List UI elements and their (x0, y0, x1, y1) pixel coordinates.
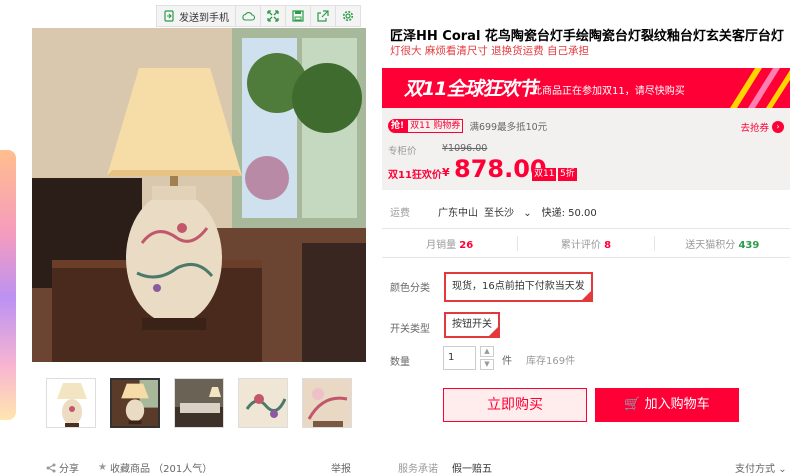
stat-label: 月销量 (426, 239, 457, 251)
total-reviews[interactable]: 累计评价 8 (517, 235, 653, 251)
lamp-photo (32, 28, 366, 362)
currency-symbol: ¥ (442, 166, 450, 179)
share-label: 分享 (59, 464, 79, 475)
save-button[interactable] (285, 6, 310, 26)
shipping-fee: 快递: 50.00 (541, 208, 597, 219)
double11-tag: 双11 (532, 168, 557, 181)
main-product-image[interactable] (32, 28, 366, 362)
coupon-description: 满699最多抵10元 (469, 122, 548, 133)
expand-icon (267, 10, 279, 22)
buy-now-button[interactable]: 立即购买 (443, 388, 587, 422)
cart-icon: 🛒 (624, 397, 641, 412)
cloud-icon (241, 11, 255, 21)
quantity-increase-button[interactable]: ▲ (480, 346, 494, 357)
shipping-from: 广东中山 (438, 208, 478, 219)
share-out-button[interactable] (310, 6, 335, 26)
promo-banner-text: 此商品正在参加双11，请尽快购买 (532, 86, 685, 97)
quantity-label: 数量 (390, 357, 410, 368)
selected-check-icon (581, 291, 591, 300)
thumbnail-1[interactable] (46, 378, 96, 428)
favorite-link[interactable]: ★ 收藏商品 （201人气） (98, 460, 212, 475)
star-icon: ★ (98, 462, 107, 473)
send-to-phone-button[interactable]: 发送到手机 (157, 6, 235, 26)
thumbnail-5[interactable] (302, 378, 352, 428)
shipping-destination-label: 至长沙 (484, 208, 514, 219)
add-to-cart-button[interactable]: 🛒 加入购物车 (595, 388, 739, 422)
thumbnail-image (303, 379, 351, 427)
discount-tag: 5折 (558, 168, 577, 181)
grab-coupon-label: 去抢券 (740, 123, 769, 134)
send-to-phone-label: 发送到手机 (179, 12, 229, 24)
product-subtitle: 灯很大 麻烦看清尺寸 退换货运费 自己承担 (390, 45, 590, 57)
settings-button[interactable] (335, 6, 360, 26)
report-label: 举报 (331, 464, 351, 475)
stat-label: 送天猫积分 (685, 239, 736, 251)
grab-badge: 抢! (388, 119, 408, 133)
gear-icon (342, 10, 354, 22)
color-option-selected[interactable]: 现货，16点前拍下付款当天发 (444, 272, 593, 302)
share-icon (46, 463, 56, 472)
color-option-label: 颜色分类 (390, 283, 430, 294)
thumbnail-4[interactable] (238, 378, 288, 428)
shipping-destination-select[interactable]: 至长沙 ⌄ (484, 204, 538, 219)
stripes-decoration (730, 68, 790, 108)
expand-button[interactable] (260, 6, 285, 26)
thumbnail-image (112, 380, 158, 426)
promo-banner[interactable]: 双11全球狂欢节 此商品正在参加双11，请尽快购买 (382, 68, 790, 108)
switch-option-label: 开关类型 (390, 324, 430, 335)
payment-methods[interactable]: 支付方式 ⌄ (735, 460, 787, 475)
save-icon (292, 10, 304, 22)
quantity-decrease-button[interactable]: ▼ (480, 359, 494, 370)
share-link[interactable]: 分享 (46, 460, 79, 475)
monthly-sales: 月销量 26 (382, 236, 517, 251)
chevron-down-icon: ⌄ (523, 208, 532, 219)
stat-label: 累计评价 (560, 239, 601, 251)
product-title: 匠泽HH Coral 花鸟陶瓷台灯手绘陶瓷台灯裂纹釉台灯玄关客厅台灯 (390, 29, 784, 44)
report-link[interactable]: 举报 (331, 460, 351, 475)
shipping-row: 运费 广东中山 至长沙 ⌄ 快递: 50.00 (390, 204, 603, 219)
add-to-cart-label: 加入购物车 (644, 397, 710, 412)
quantity-input[interactable]: 1 (443, 346, 476, 370)
payment-label: 支付方式 (735, 464, 775, 475)
thumbnail-image (175, 379, 223, 427)
thumbnail-3[interactable] (174, 378, 224, 428)
selected-check-icon (489, 327, 498, 336)
service-label: 服务承诺 (398, 464, 438, 475)
thumbnail-2-selected[interactable] (110, 378, 160, 428)
image-toolbar: 发送到手机 (156, 5, 361, 27)
stats-bar: 月销量 26 累计评价 8 送天猫积分 439 (382, 228, 790, 258)
original-price-label: 专柜价 (388, 146, 417, 157)
coupon-row: 抢! 双11 购物券 满699最多抵10元 (388, 119, 547, 133)
cloud-button[interactable] (235, 6, 260, 26)
quantity-unit: 件 (502, 356, 512, 367)
stock-count: 库存169件 (526, 356, 576, 367)
promo-price-label: 双11狂欢价 (388, 170, 442, 181)
decorative-side-stripe (0, 150, 16, 420)
stat-value: 26 (459, 239, 474, 251)
chevron-down-icon: ⌄ (778, 464, 787, 475)
stat-value: 439 (738, 239, 760, 251)
shipping-label: 运费 (390, 208, 410, 219)
grab-coupon-link[interactable]: 去抢券 › (740, 120, 784, 134)
price-box: 抢! 双11 购物券 满699最多抵10元 去抢券 › 专柜价 ¥1096.00… (382, 108, 790, 190)
coupon-badge: 双11 购物券 (407, 119, 464, 133)
chevron-right-icon: › (772, 121, 784, 133)
color-option-value: 现货，16点前拍下付款当天发 (452, 281, 585, 292)
share-out-icon (317, 10, 329, 22)
reward-points: 送天猫积分 439 (653, 235, 790, 251)
original-price-value: ¥1096.00 (442, 143, 488, 154)
promo-banner-title: 双11全球狂欢节 (404, 78, 537, 100)
service-value[interactable]: 假一赔五 (452, 460, 492, 475)
phone-send-icon (164, 10, 174, 22)
thumbnail-image (239, 379, 287, 427)
stat-value: 8 (604, 239, 612, 251)
switch-option-value: 按钮开关 (452, 319, 492, 330)
favorite-label: 收藏商品 （201人气） (109, 464, 213, 475)
thumbnail-image (47, 379, 95, 427)
switch-option-selected[interactable]: 按钮开关 (444, 312, 500, 338)
